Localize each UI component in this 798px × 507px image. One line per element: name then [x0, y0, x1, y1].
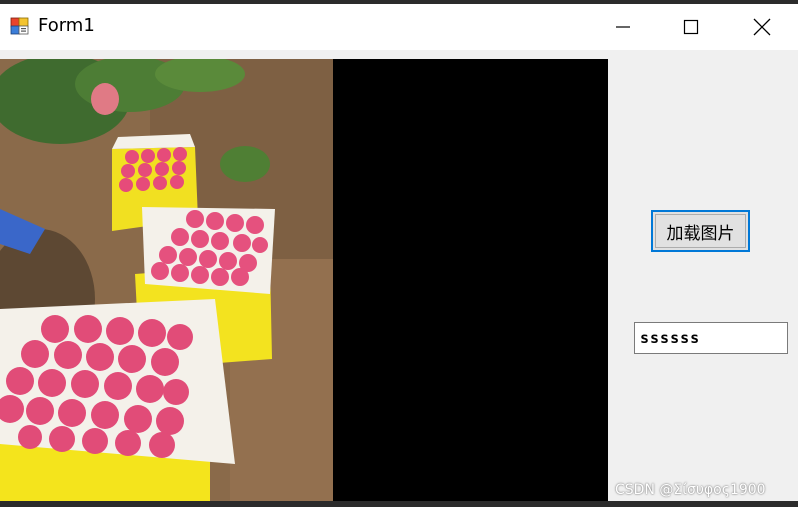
text-input[interactable]: ssssss	[634, 322, 788, 354]
title-bar[interactable]: Form1	[0, 4, 798, 50]
form1-window: Form1 加载图片 ssssss CSDN @Σίσυφος1900	[0, 0, 798, 507]
button-focus-border	[655, 214, 746, 248]
picture-box[interactable]	[0, 59, 608, 501]
load-image-button[interactable]: 加载图片	[651, 210, 750, 252]
maximize-icon	[683, 19, 699, 35]
close-icon	[753, 18, 771, 36]
window-title: Form1	[38, 15, 95, 36]
close-button[interactable]	[727, 4, 797, 50]
maximize-button[interactable]	[656, 4, 726, 50]
watermark-text: CSDN @Σίσυφος1900	[615, 482, 766, 498]
photo-apple-crates	[0, 59, 333, 501]
form-client-area: 加载图片 ssssss CSDN @Σίσυφος1900	[0, 50, 798, 501]
minimize-icon	[616, 26, 630, 28]
winforms-app-icon	[10, 17, 29, 35]
minimize-button[interactable]	[588, 4, 658, 50]
